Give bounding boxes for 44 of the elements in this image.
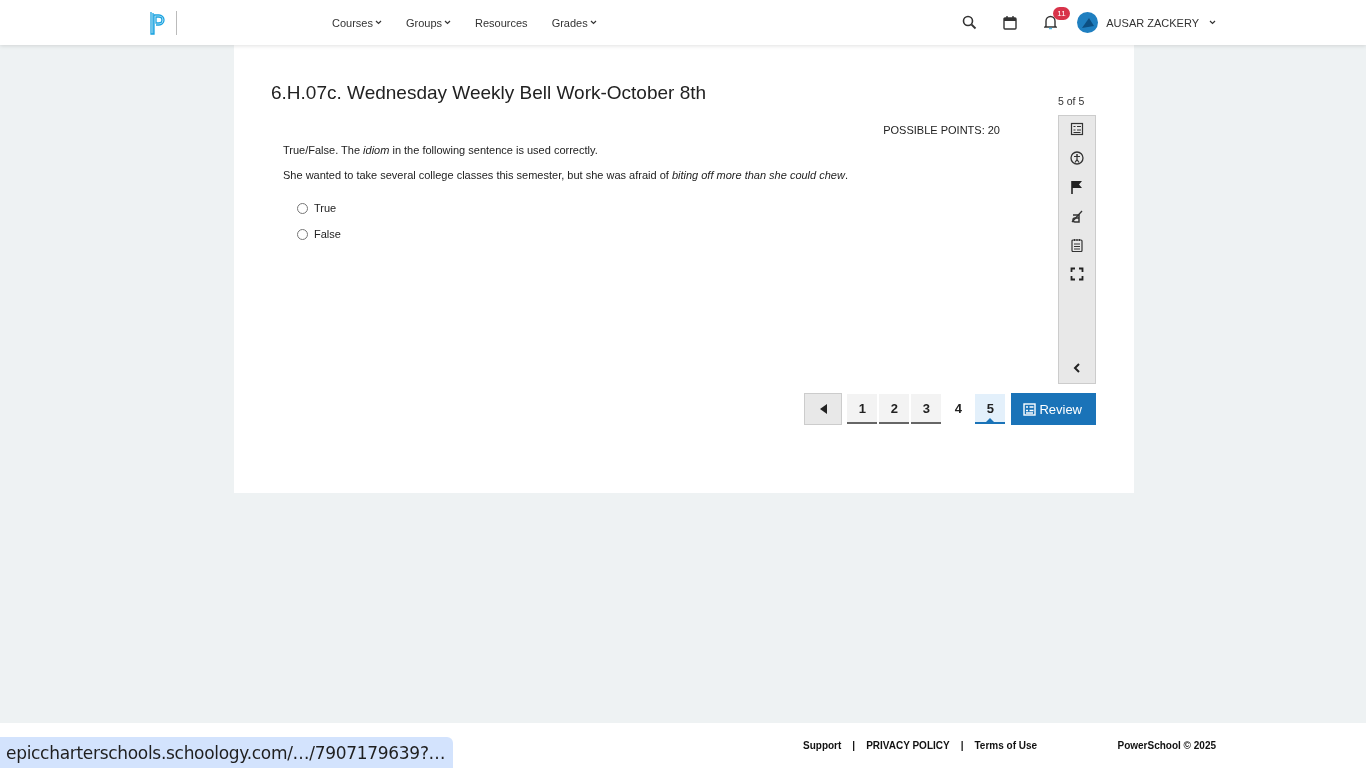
- footer-link[interactable]: Terms of Use: [974, 740, 1038, 751]
- notepad-icon[interactable]: [1070, 238, 1084, 252]
- footer-link[interactable]: PRIVACY POLICY: [866, 740, 950, 751]
- answer-label: False: [314, 228, 341, 240]
- footer-link[interactable]: Support: [803, 740, 842, 751]
- flag-icon[interactable]: [1070, 180, 1084, 194]
- accessibility-icon[interactable]: [1070, 151, 1084, 165]
- triangle-left-icon: [819, 404, 827, 414]
- chevron-down-icon: [589, 20, 597, 25]
- list-icon[interactable]: [1070, 122, 1084, 136]
- copyright: PowerSchool © 2025: [1117, 740, 1216, 751]
- nav-link[interactable]: Groups: [393, 16, 464, 29]
- page-button[interactable]: 2: [879, 394, 910, 424]
- review-button[interactable]: Review: [1011, 393, 1096, 425]
- question-sentence: She wanted to take several college classes this semester, but she was afraid of biting off more than she could chew.: [283, 168, 849, 182]
- question-position: 5 of 5: [1058, 95, 1086, 107]
- page-button[interactable]: 1: [847, 394, 878, 424]
- answer-label: True: [314, 202, 337, 214]
- nav-link[interactable]: Resources: [463, 16, 540, 29]
- question-prompt: True/False. The idiom in the following sentence is used correctly.: [283, 143, 599, 157]
- assessment-title: 6.H.07c. Wednesday Weekly Bell Work-October 8th: [271, 81, 707, 105]
- chevron-down-icon: [374, 20, 382, 25]
- page-button[interactable]: 5: [975, 394, 1006, 424]
- status-url: epiccharterschools.schoology.com/…/7907179639?…: [6, 742, 446, 763]
- chevron-down-icon: [1209, 20, 1216, 25]
- previous-button[interactable]: [804, 393, 843, 425]
- chevron-down-icon: [444, 20, 452, 25]
- bell-icon[interactable]: [1044, 15, 1058, 30]
- fullscreen-icon[interactable]: [1070, 267, 1084, 281]
- strikethrough-a-icon[interactable]: [1070, 209, 1084, 223]
- list-icon: [1023, 402, 1037, 416]
- page-button[interactable]: 3: [911, 394, 942, 424]
- separator: |: [852, 740, 856, 751]
- logo-icon[interactable]: [150, 10, 168, 35]
- notification-badge: 11: [1053, 7, 1070, 20]
- avatar-icon: [1077, 12, 1099, 33]
- possible-points: POSSIBLE POINTS: 20: [882, 124, 1000, 136]
- separator: |: [960, 740, 964, 751]
- user-menu[interactable]: AUSAR ZACKERY: [1077, 12, 1216, 33]
- search-icon[interactable]: [962, 15, 978, 30]
- nav-link[interactable]: Courses: [320, 16, 394, 29]
- calendar-icon[interactable]: [1003, 15, 1018, 30]
- nav-link[interactable]: Grades: [539, 16, 609, 29]
- chevron-left-icon[interactable]: [1073, 363, 1081, 373]
